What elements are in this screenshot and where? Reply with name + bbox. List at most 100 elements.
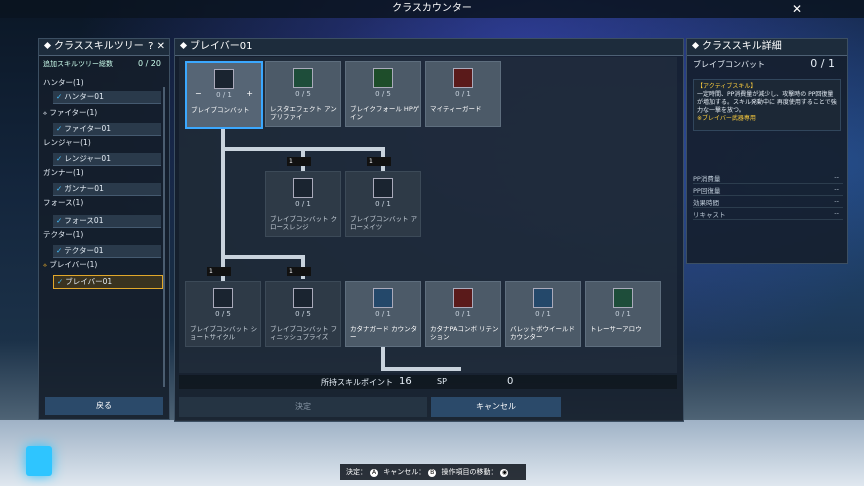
skill-name: トレーサーアロウ (590, 325, 642, 333)
skill-node-bullet-bow-yield-counter[interactable]: 0 / 1 バレットボウイールド カウンター (505, 281, 581, 347)
skill-point-label: 所持スキルポイント (321, 378, 393, 387)
skill-node-brave-combat-arrow-mates[interactable]: 0 / 1 ブレイブコンバット アローメイツ (345, 171, 421, 237)
check-icon: ✓ (56, 124, 63, 133)
additional-tree-label: 追加スキルツリー総数 (43, 60, 113, 68)
class-hunter: ハンター(1) (43, 78, 84, 87)
skill-name: カタナガード カウンター (350, 325, 418, 341)
skill-name: カタナPAコンボ リテンション (430, 325, 499, 341)
right-panel-title: クラススキル詳細 (702, 41, 782, 52)
scrollbar[interactable] (163, 87, 165, 387)
stat-pp-recovery: PP回復量 -- (693, 185, 843, 196)
skill-node-tracer-arrow[interactable]: 0 / 1 トレーサーアロウ (585, 281, 661, 347)
skill-level: 0 / 1 (216, 91, 232, 99)
skill-node-brave-combat-close-range[interactable]: 0 / 1 ブレイブコンバット クロースレンジ (265, 171, 341, 237)
skill-name: ブレイブコンバット アローメイツ (350, 215, 418, 231)
stat-pp-cost: PP消費量 -- (693, 173, 843, 184)
additional-tree-count: 追加スキルツリー総数 0 / 20 (43, 59, 165, 71)
lock-icon: 1 (287, 157, 311, 166)
skill-name: ブレイクフォール HPゲイン (350, 105, 420, 121)
mighty-guard-icon (453, 68, 473, 88)
class-label: ファイター(1) (49, 108, 98, 117)
window-title: クラスカウンター (392, 3, 472, 14)
skill-level: 0 / 1 (375, 200, 391, 208)
check-icon: ✓ (56, 92, 63, 101)
tree-item-braver01[interactable]: ✓ ブレイバー01 (53, 275, 163, 289)
tree-item-label: ハンター01 (64, 92, 104, 101)
right-panel-header: クラススキル詳細 (687, 39, 847, 56)
left-panel-header: クラススキルツリー ? ✕ (39, 39, 169, 56)
left-panel-title: クラススキルツリー (54, 41, 144, 52)
tree-item-label: ガンナー01 (64, 184, 104, 193)
back-button[interactable]: 戻る (45, 397, 163, 415)
short-cycle-icon (213, 288, 233, 308)
skill-level: 0 / 1 (615, 310, 631, 318)
stat-recast: リキャスト -- (693, 209, 843, 220)
floor-light (26, 446, 52, 476)
check-icon: ✓ (56, 154, 63, 163)
close-icon[interactable]: ✕ (157, 41, 165, 52)
brave-combat-icon (214, 69, 234, 89)
skill-level: 0 / 5 (295, 90, 311, 98)
tree-item-gunner01[interactable]: ✓ ガンナー01 (53, 183, 161, 196)
class-force: フォース(1) (43, 198, 84, 207)
finish-prize-icon (293, 288, 313, 308)
skill-point-row: 所持スキルポイント 16 SP 0 (179, 375, 677, 389)
tree-item-force01[interactable]: ✓ フォース01 (53, 215, 161, 228)
class-fighter: ⟡ ファイター(1) (43, 107, 165, 119)
tree-connector (221, 255, 305, 259)
close-icon[interactable]: ✕ (788, 0, 806, 18)
resta-effect-icon (293, 68, 313, 88)
tree-item-fighter01[interactable]: ✓ ファイター01 (53, 123, 161, 136)
skill-name: ブレイブコンバット (191, 106, 250, 114)
tracer-arrow-icon (613, 288, 633, 308)
controls-help-bar: 決定： A キャンセル： B 操作項目の移動： ◉ (340, 464, 526, 480)
stat-label: 効果時間 (693, 199, 719, 207)
lock-icon: 1 (207, 267, 231, 276)
tree-item-label: ファイター01 (64, 124, 112, 133)
lock-icon: 1 (367, 157, 391, 166)
stick-icon: ◉ (500, 469, 509, 477)
unlock-icon: ⟡ (43, 110, 47, 117)
tree-item-ranger01[interactable]: ✓ レンジャー01 (53, 153, 161, 166)
b-button-icon: B (428, 469, 437, 477)
check-icon: ✓ (57, 277, 64, 286)
help-cancel-label: キャンセル： (383, 468, 426, 476)
class-gunner: ガンナー(1) (43, 168, 84, 177)
skill-name: マイティーガード (430, 105, 482, 113)
tree-item-techter01[interactable]: ✓ テクター01 (53, 245, 161, 258)
skill-node-brave-combat-finish-prize[interactable]: 0 / 5 ブレイブコンバット フィニッシュプライズ (265, 281, 341, 347)
skill-node-mighty-guard[interactable]: 0 / 1 マイティーガード (425, 61, 501, 127)
skill-node-katana-pa-combo-retention[interactable]: 0 / 1 カタナPAコンボ リテンション (425, 281, 501, 347)
skill-level: 0 / 1 (295, 200, 311, 208)
skill-tree-panel: ブレイバー01 − + 0 / 1 ブレイブコンバット 0 / 5 レスタエフェ… (174, 38, 684, 422)
skill-node-katana-guard-counter[interactable]: 0 / 1 カタナガード カウンター (345, 281, 421, 347)
cancel-button[interactable]: キャンセル (431, 397, 561, 417)
bullet-bow-icon (533, 288, 553, 308)
class-braver: ⟡ ブレイバー(1) (43, 259, 165, 271)
stat-label: PP回復量 (693, 187, 721, 195)
confirm-button[interactable]: 決定 (179, 397, 427, 417)
skill-level: 0 / 1 (455, 90, 471, 98)
skill-point-value: 16 (399, 376, 412, 387)
skill-node-resta-effect-amplify[interactable]: 0 / 5 レスタエフェクト アンプリファイ (265, 61, 341, 127)
stat-duration: 効果時間 -- (693, 197, 843, 208)
skill-level: 0 / 5 (215, 310, 231, 318)
tree-item-label: レンジャー01 (64, 154, 111, 163)
skill-name: ブレイブコンバット ショートサイクル (190, 325, 258, 341)
stat-label: リキャスト (693, 211, 726, 219)
diamond-icon (43, 41, 52, 50)
help-icon[interactable]: ? (148, 41, 153, 52)
diamond-icon (691, 41, 700, 50)
skill-node-brave-combat[interactable]: − + 0 / 1 ブレイブコンバット (185, 61, 263, 129)
detail-skill-name: ブレイブコンバット (693, 60, 765, 69)
tree-item-hunter01[interactable]: ✓ ハンター01 (53, 91, 161, 104)
skill-point-used: 0 (507, 376, 514, 387)
skill-name: レスタエフェクト アンプリファイ (270, 105, 337, 121)
skill-node-breakfall-hp-gain[interactable]: 0 / 5 ブレイクフォール HPゲイン (345, 61, 421, 127)
check-icon: ✓ (56, 216, 63, 225)
class-label: ブレイバー(1) (49, 260, 98, 269)
skill-level: 0 / 5 (375, 90, 391, 98)
lock-icon: 1 (287, 267, 311, 276)
skill-level: 0 / 1 (455, 310, 471, 318)
skill-node-brave-combat-short-cycle[interactable]: 0 / 5 ブレイブコンバット ショートサイクル (185, 281, 261, 347)
